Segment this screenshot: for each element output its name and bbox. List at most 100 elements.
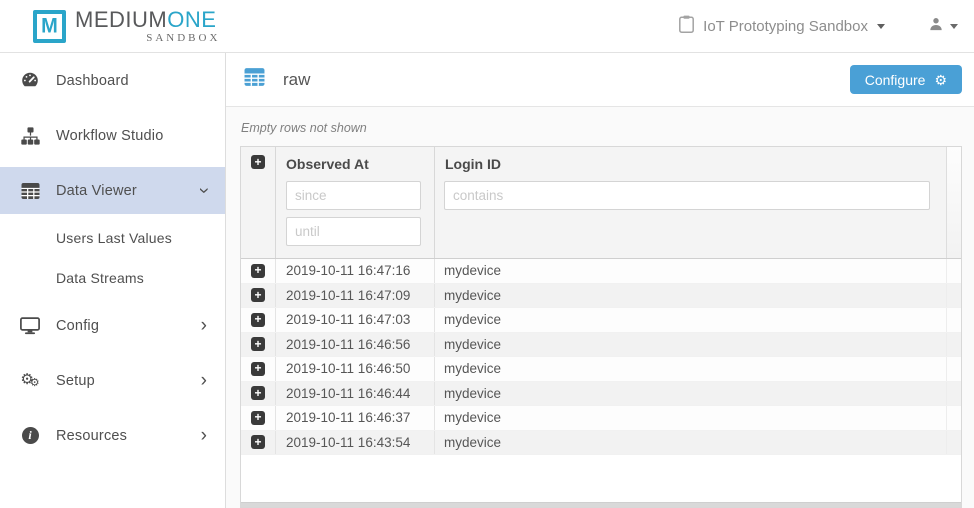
column-header-label: Observed At <box>286 156 434 172</box>
app-window: M MEDIUMONE SANDBOX IoT Prototyping Sand… <box>0 0 974 508</box>
configure-button-label: Configure <box>865 72 926 88</box>
chevron-right-icon: › <box>201 371 207 390</box>
login-id-cell: mydevice <box>435 284 946 308</box>
expand-all-cell: + <box>241 147 276 258</box>
expand-row-button[interactable]: + <box>251 313 265 327</box>
login-id-cell: mydevice <box>435 308 946 332</box>
chevron-down-icon <box>877 24 885 29</box>
vertical-scrollbar-track[interactable] <box>946 147 961 258</box>
table-row: + 2019-10-11 16:46:37 mydevice <box>241 406 961 431</box>
expand-cell: + <box>241 259 276 283</box>
scrollbar-spacer <box>946 406 961 430</box>
user-icon <box>929 17 943 36</box>
expand-row-button[interactable]: + <box>251 435 265 449</box>
login-id-cell: mydevice <box>435 431 946 455</box>
sidebar-item-label: Config <box>56 318 99 334</box>
expand-row-button[interactable]: + <box>251 337 265 351</box>
chevron-right-icon: › <box>201 426 207 445</box>
table-icon <box>18 182 42 200</box>
until-filter-input[interactable] <box>286 217 421 246</box>
chevron-down-icon: › <box>194 187 213 193</box>
horizontal-scrollbar[interactable] <box>241 502 961 507</box>
login-id-cell: mydevice <box>435 406 946 430</box>
project-selector[interactable]: IoT Prototyping Sandbox <box>679 15 885 38</box>
table-header: + Observed At Login ID <box>241 147 961 259</box>
expand-row-button[interactable]: + <box>251 386 265 400</box>
observed-at-cell: 2019-10-11 16:46:56 <box>276 333 435 357</box>
scrollbar-spacer <box>946 431 961 455</box>
observed-at-cell: 2019-10-11 16:47:03 <box>276 308 435 332</box>
expand-row-button[interactable]: + <box>251 288 265 302</box>
scrollbar-spacer <box>946 259 961 283</box>
observed-at-cell: 2019-10-11 16:46:50 <box>276 357 435 381</box>
expand-row-button[interactable]: + <box>251 411 265 425</box>
sidebar-item-label: Workflow Studio <box>56 128 164 144</box>
brand-name-secondary: ONE <box>167 7 216 32</box>
table-body: + 2019-10-11 16:47:16 mydevice + 2019-10… <box>241 259 961 507</box>
expand-cell: + <box>241 357 276 381</box>
table-row: + 2019-10-11 16:47:16 mydevice <box>241 259 961 284</box>
panel-header: raw Configure ⚙ <box>226 53 974 107</box>
table-row: + 2019-10-11 16:46:44 mydevice <box>241 382 961 407</box>
sidebar-item-label: Setup <box>56 373 95 389</box>
workflow-sitemap-icon <box>18 127 42 145</box>
project-selector-label: IoT Prototyping Sandbox <box>703 18 868 35</box>
brand-logo-icon: M <box>33 10 66 43</box>
sidebar-item-config[interactable]: Config › <box>0 298 225 353</box>
expand-cell: + <box>241 284 276 308</box>
observed-at-cell: 2019-10-11 16:43:54 <box>276 431 435 455</box>
observed-at-cell: 2019-10-11 16:46:37 <box>276 406 435 430</box>
table-row: + 2019-10-11 16:47:03 mydevice <box>241 308 961 333</box>
scrollbar-spacer <box>946 357 961 381</box>
sidebar-item-workflow-studio[interactable]: Workflow Studio <box>0 108 225 163</box>
gear-icon: ⚙ <box>934 73 947 87</box>
brand-logo: M MEDIUMONE SANDBOX <box>33 9 216 44</box>
sidebar-item-data-viewer[interactable]: Data Viewer › <box>0 167 225 214</box>
expand-row-button[interactable]: + <box>251 362 265 376</box>
expand-row-button[interactable]: + <box>251 264 265 278</box>
table-row: + 2019-10-11 16:46:56 mydevice <box>241 333 961 358</box>
data-table: + Observed At Login ID + 2019 <box>240 146 962 508</box>
login-id-cell: mydevice <box>435 357 946 381</box>
user-menu[interactable] <box>929 17 962 36</box>
expand-all-button[interactable]: + <box>251 155 265 169</box>
gears-icon: ⚙⚙ <box>18 372 42 389</box>
sidebar-item-resources[interactable]: i Resources › <box>0 408 225 463</box>
page-title: raw <box>283 70 310 90</box>
content-area: Empty rows not shown + Observed At Login… <box>226 107 974 508</box>
scrollbar-spacer <box>946 284 961 308</box>
sidebar-item-label: Dashboard <box>56 73 129 89</box>
observed-at-column-header: Observed At <box>276 147 435 258</box>
sidebar-item-dashboard[interactable]: Dashboard <box>0 53 225 108</box>
monitor-icon <box>18 317 42 335</box>
expand-cell: + <box>241 406 276 430</box>
sidebar: Dashboard Workflow Studio <box>0 53 226 508</box>
expand-cell: + <box>241 333 276 357</box>
login-id-cell: mydevice <box>435 259 946 283</box>
scrollbar-spacer <box>946 308 961 332</box>
configure-button[interactable]: Configure ⚙ <box>850 65 962 94</box>
observed-at-cell: 2019-10-11 16:46:44 <box>276 382 435 406</box>
sidebar-item-label: Users Last Values <box>56 230 172 246</box>
chevron-right-icon: › <box>201 316 207 335</box>
sidebar-item-data-streams[interactable]: Data Streams <box>0 258 225 298</box>
info-circle-icon: i <box>18 427 42 444</box>
brand-text: MEDIUMONE SANDBOX <box>75 9 216 44</box>
top-bar: M MEDIUMONE SANDBOX IoT Prototyping Sand… <box>0 0 974 53</box>
table-row: + 2019-10-11 16:47:09 mydevice <box>241 284 961 309</box>
login-id-cell: mydevice <box>435 333 946 357</box>
table-icon <box>244 67 265 92</box>
observed-at-cell: 2019-10-11 16:47:16 <box>276 259 435 283</box>
table-row: + 2019-10-11 16:46:50 mydevice <box>241 357 961 382</box>
expand-cell: + <box>241 308 276 332</box>
contains-filter-input[interactable] <box>444 181 930 210</box>
brand-logo-letter: M <box>41 16 58 37</box>
sidebar-item-users-last-values[interactable]: Users Last Values <box>0 218 225 258</box>
empty-rows-note: Empty rows not shown <box>241 121 962 135</box>
chevron-down-icon <box>950 24 958 29</box>
sidebar-item-setup[interactable]: ⚙⚙ Setup › <box>0 353 225 408</box>
clipboard-icon <box>679 15 694 38</box>
since-filter-input[interactable] <box>286 181 421 210</box>
sidebar-item-label: Data Viewer <box>56 183 137 199</box>
observed-at-cell: 2019-10-11 16:47:09 <box>276 284 435 308</box>
